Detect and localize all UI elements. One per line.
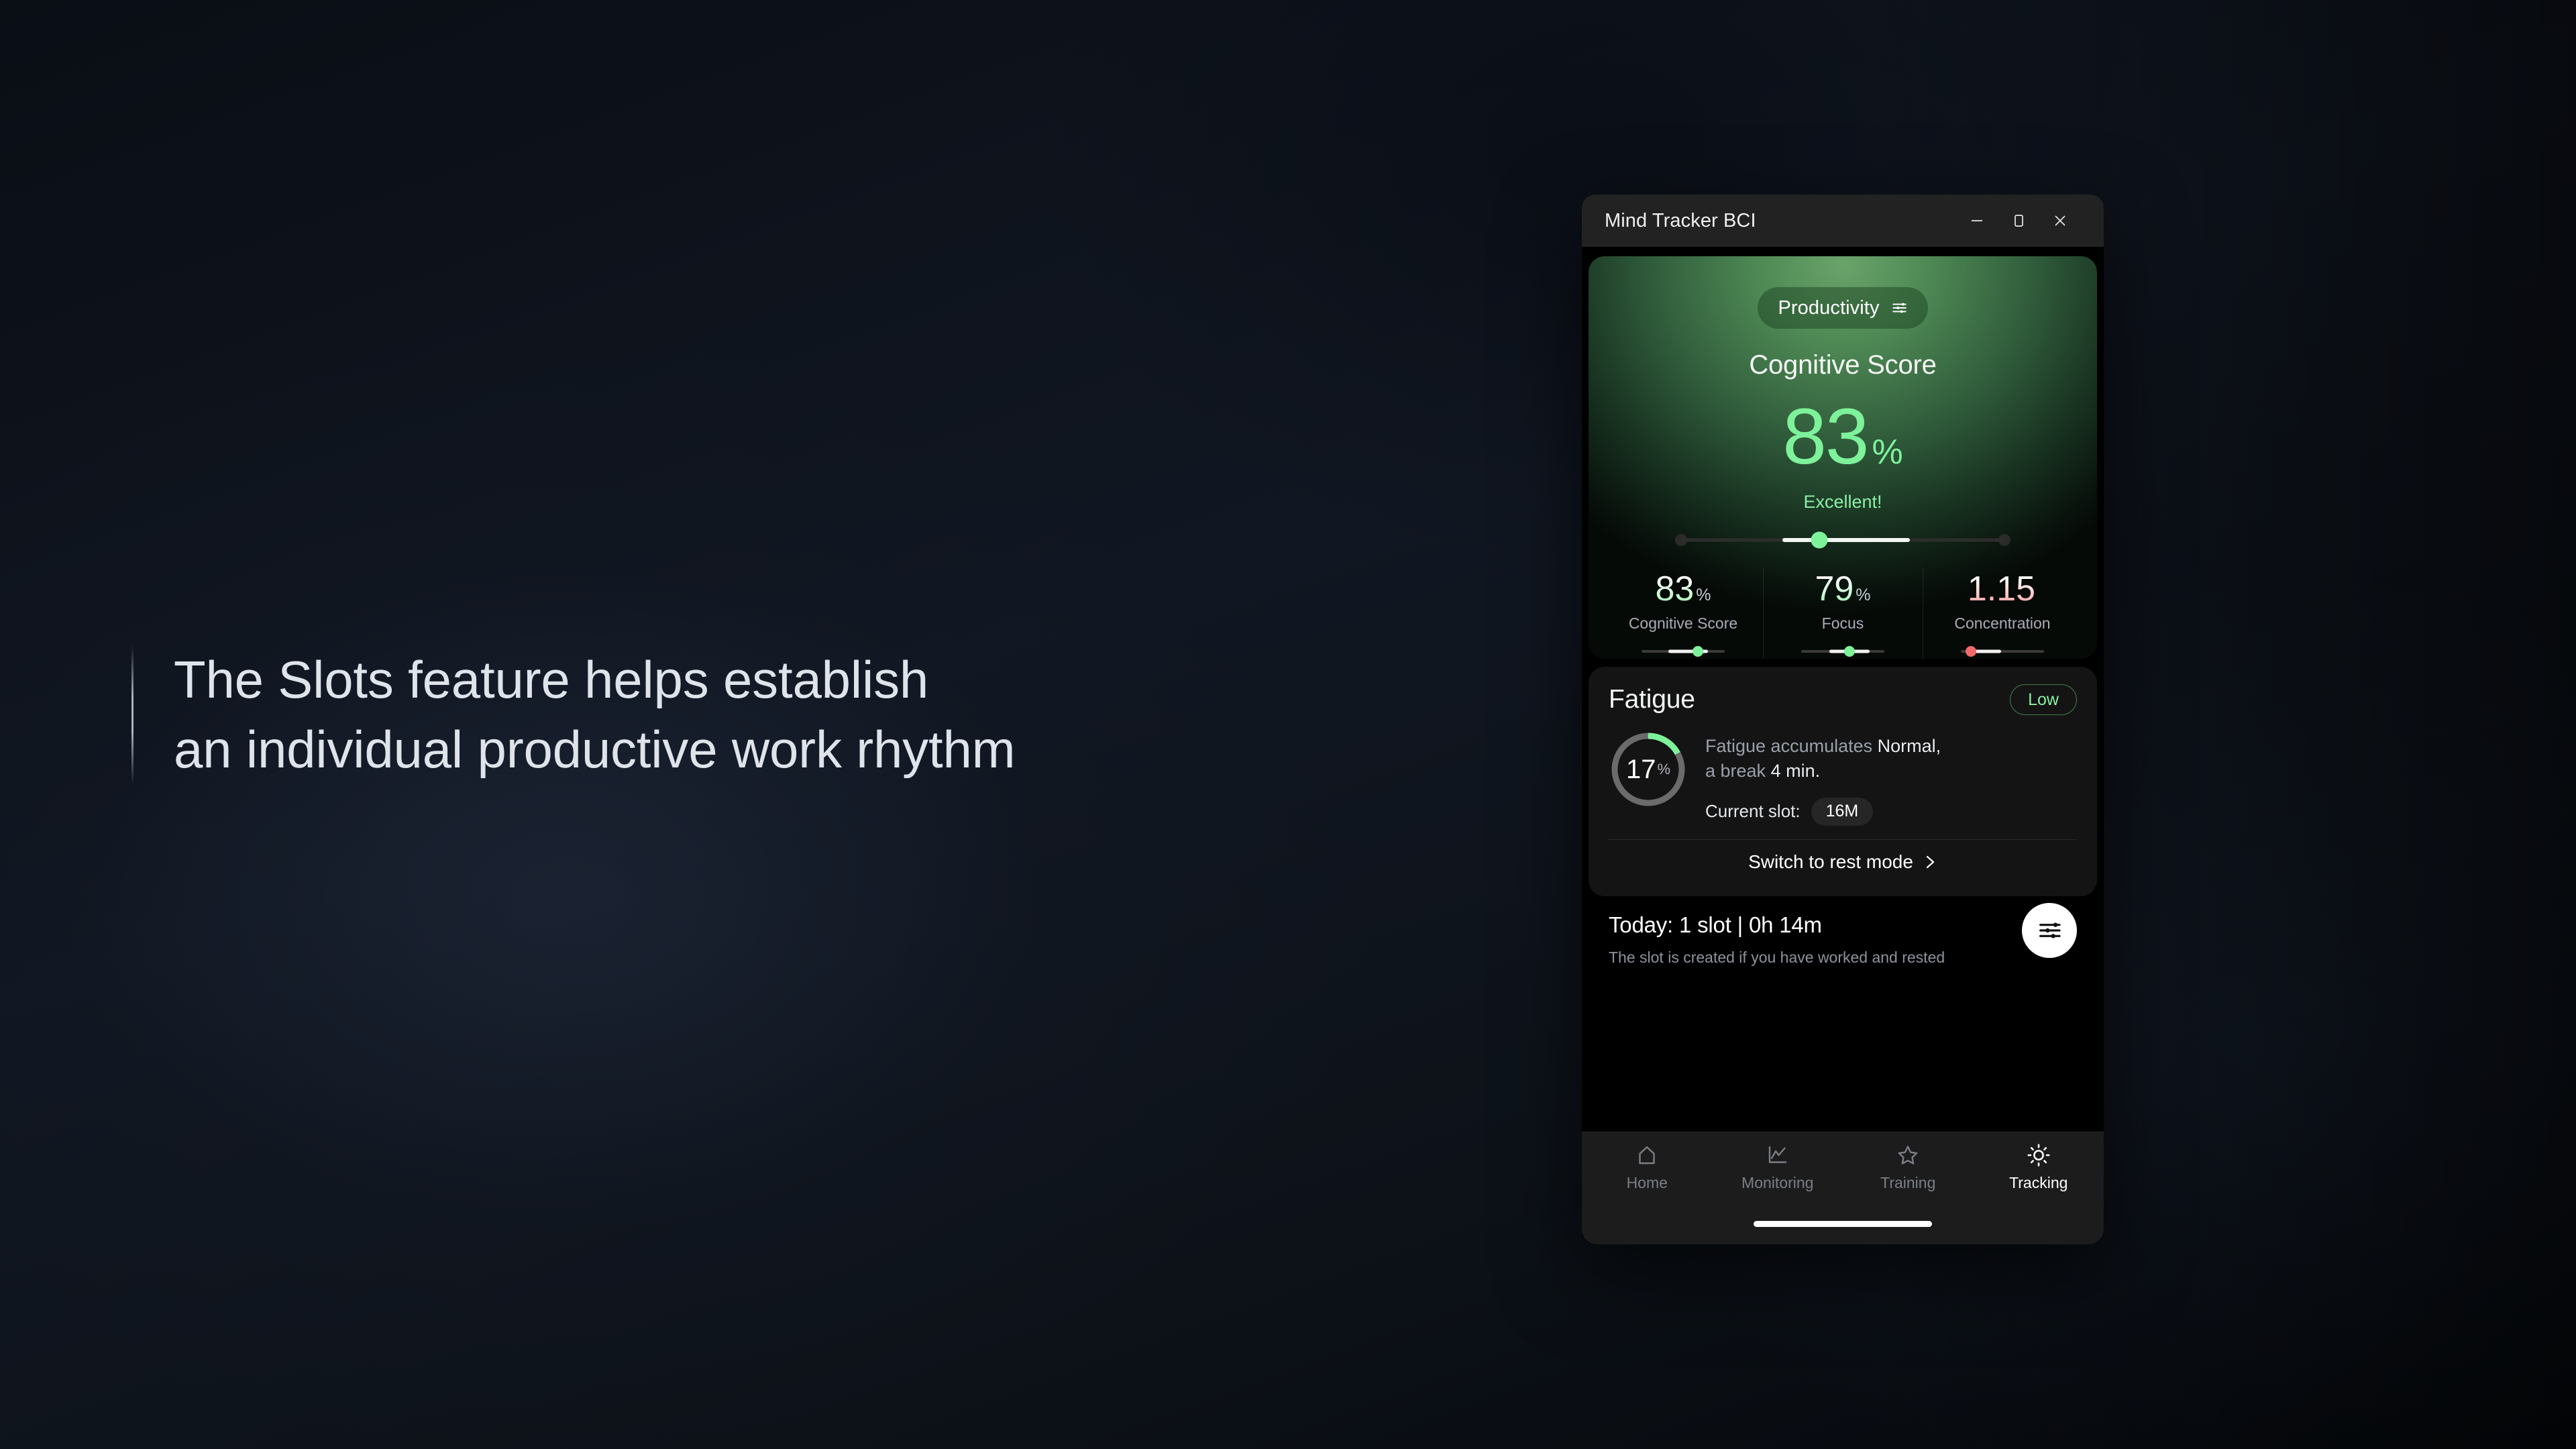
mini-knob[interactable] xyxy=(1693,646,1704,657)
cognitive-score-value-group: 83 % xyxy=(1782,392,1903,481)
metric-focus: 79 % Focus xyxy=(1763,568,1923,659)
cognitive-score-card: Productivity Cognitive Score 83 % Excell… xyxy=(1589,256,2097,659)
metric-label: Focus xyxy=(1821,614,1864,633)
metrics-row: 83 % Cognitive Score 79 % Focus 1.15 Con… xyxy=(1589,568,2097,659)
metric-label: Concentration xyxy=(1954,614,2051,633)
today-subtitle: The slot is created if you have worked a… xyxy=(1609,948,1945,966)
cognitive-score-unit: % xyxy=(1872,433,1903,472)
settings-fab-button[interactable] xyxy=(2022,902,2077,958)
metric-mini-slider[interactable] xyxy=(1961,646,2044,657)
mini-knob[interactable] xyxy=(1843,646,1855,657)
headline-block: The Slots feature helps establish an ind… xyxy=(131,645,1138,785)
current-slot-row: Current slot: 16M xyxy=(1705,797,2077,826)
fatigue-ring-unit: % xyxy=(1657,761,1671,777)
slider-fill xyxy=(1782,538,1910,543)
metric-value: 79 xyxy=(1815,570,1854,609)
nav-item-tracking[interactable]: Tracking xyxy=(1974,1143,2104,1192)
home-indicator xyxy=(1754,1221,1932,1227)
accent-rule xyxy=(131,645,133,785)
sun-icon xyxy=(2027,1144,2050,1167)
minimize-button[interactable] xyxy=(1956,205,1998,236)
maximize-button[interactable] xyxy=(1998,205,2039,236)
minimize-icon xyxy=(1972,220,1982,221)
nav-label: Home xyxy=(1626,1174,1668,1191)
close-button[interactable] xyxy=(2039,205,2081,236)
window-titlebar[interactable]: Mind Tracker BCI xyxy=(1582,195,2104,247)
metric-concentration: 1.15 Concentration xyxy=(1923,568,2082,659)
ring-text: 17 % xyxy=(1609,730,1688,809)
fatigue-description: Fatigue accumulates Normal, a break 4 min… xyxy=(1705,734,2077,784)
metric-unit: % xyxy=(1856,586,1871,605)
bottom-navigation: Home Monitoring Training Tracking xyxy=(1582,1132,2104,1244)
fatigue-header: Fatigue Low xyxy=(1609,684,2077,715)
metric-value: 83 xyxy=(1655,570,1695,609)
home-icon xyxy=(1639,1146,1655,1165)
fatigue-title: Fatigue xyxy=(1609,685,1695,714)
metric-value: 1.15 xyxy=(1967,570,2036,609)
window-title: Mind Tracker BCI xyxy=(1605,209,1756,231)
fatigue-ring-value: 17 xyxy=(1625,754,1656,784)
fatigue-desc-part-2: a break xyxy=(1705,761,1771,782)
headline-text: The Slots feature helps establish an ind… xyxy=(174,650,1016,779)
today-summary: Today: 1 slot | 0h 14m The slot is creat… xyxy=(1589,896,2097,1132)
fatigue-status-badge: Low xyxy=(2010,684,2077,715)
fatigue-body: 17 % Fatigue accumulates Normal, a break … xyxy=(1609,730,2077,826)
metric-value-group: 79 % xyxy=(1815,572,1870,606)
nav-label: Monitoring xyxy=(1741,1174,1814,1191)
metric-cognitive-score: 83 % Cognitive Score xyxy=(1603,572,1763,657)
maximize-icon xyxy=(2015,215,2023,227)
current-slot-label: Current slot: xyxy=(1705,801,1801,821)
nav-items: Home Monitoring Training Tracking xyxy=(1582,1143,2104,1192)
metric-value-group: 83 % xyxy=(1655,572,1711,606)
phone-viewport: Productivity Cognitive Score 83 % Excell… xyxy=(1582,247,2104,1244)
tune-sliders-icon xyxy=(2039,922,2061,938)
metric-value-group: 1.15 xyxy=(1968,572,2037,606)
mini-knob[interactable] xyxy=(1965,646,1976,657)
fatigue-desc-part-1: Fatigue accumulates xyxy=(1705,736,1878,756)
app-window: Mind Tracker BCI Productivity Cognitive … xyxy=(1582,195,2104,1244)
metric-mini-slider[interactable] xyxy=(1801,646,1884,657)
star-icon xyxy=(1898,1146,1918,1165)
score-verdict: Excellent! xyxy=(1803,492,1882,513)
chevron-right-icon xyxy=(1926,855,1935,868)
tune-sliders-icon xyxy=(1892,303,1907,313)
productivity-mode-pill[interactable]: Productivity xyxy=(1758,287,1928,329)
fatigue-progress-ring: 17 % xyxy=(1609,730,1688,809)
nav-item-home[interactable]: Home xyxy=(1582,1143,1713,1192)
cognitive-score-value: 83 xyxy=(1782,392,1869,481)
nav-item-monitoring[interactable]: Monitoring xyxy=(1713,1143,1843,1192)
metric-unit: % xyxy=(1696,586,1711,605)
chart-line-icon xyxy=(1768,1146,1786,1163)
nav-label: Tracking xyxy=(2009,1174,2068,1191)
today-title: Today: 1 slot | 0h 14m xyxy=(1609,912,1822,937)
switch-to-rest-mode-button[interactable]: Switch to rest mode xyxy=(1609,840,2077,884)
fatigue-desc-strong-1: Normal, xyxy=(1877,736,1941,756)
slider-knob[interactable] xyxy=(1811,531,1828,549)
current-slot-chip[interactable]: 16M xyxy=(1811,797,1874,826)
switch-rest-label: Switch to rest mode xyxy=(1748,851,1913,872)
metric-label: Cognitive Score xyxy=(1628,614,1738,633)
metric-mini-slider[interactable] xyxy=(1642,646,1725,657)
cognitive-score-title: Cognitive Score xyxy=(1749,350,1937,380)
score-slider[interactable] xyxy=(1675,531,2010,549)
productivity-pill-label: Productivity xyxy=(1778,297,1880,319)
fatigue-text-block: Fatigue accumulates Normal, a break 4 min… xyxy=(1705,730,2077,826)
close-icon xyxy=(2055,215,2065,226)
fatigue-desc-strong-2: 4 min. xyxy=(1770,761,1821,782)
nav-item-training[interactable]: Training xyxy=(1843,1143,1974,1192)
fatigue-card: Fatigue Low 17 % Fatigue accumulates Nor… xyxy=(1589,667,2097,896)
nav-label: Training xyxy=(1880,1174,1936,1191)
